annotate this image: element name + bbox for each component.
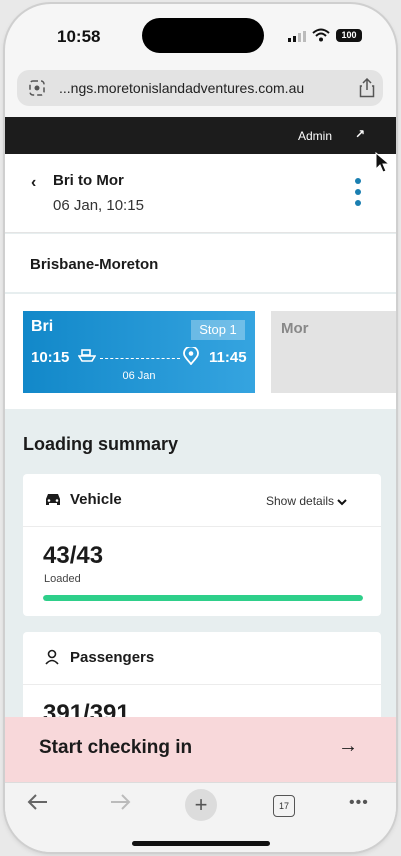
leg-destination: Mor	[281, 320, 309, 337]
car-icon	[46, 494, 60, 505]
vehicle-card-header: Vehicle Show details	[23, 474, 381, 527]
leg-origin: Bri	[31, 318, 54, 335]
phone-frame: 10:58 100 ...ngs.moretonislandadventures…	[5, 4, 396, 852]
url-text[interactable]: ...ngs.moretonislandadventures.com.au	[59, 80, 304, 96]
vehicle-count: 43/43	[43, 542, 104, 569]
trip-title: Bri to Mor	[53, 172, 124, 189]
route-name: Brisbane-Moreton	[30, 256, 159, 273]
leg-strip: Bri Stop 1 10:15 11:45 06 Jan Mor	[5, 294, 396, 409]
admin-link[interactable]: Admin	[298, 129, 332, 143]
person-icon	[45, 649, 59, 665]
departure-time: 10:15	[31, 349, 70, 366]
passengers-card-header: Passengers	[23, 632, 381, 685]
battery-icon: 100	[336, 29, 362, 42]
new-tab-button[interactable]: +	[185, 789, 217, 821]
show-details-label: Show details	[266, 494, 335, 508]
passengers-label: Passengers	[70, 649, 155, 666]
tabs-button[interactable]: 17	[273, 795, 295, 817]
vehicle-progress-bar	[43, 595, 363, 601]
home-indicator	[132, 841, 270, 846]
trip-header: ‹ Bri to Mor 06 Jan, 10:15	[5, 154, 396, 233]
arrival-time: 11:45	[209, 349, 247, 366]
leg-date: 06 Jan	[122, 370, 156, 382]
wifi-icon	[312, 28, 330, 42]
dynamic-island	[142, 18, 264, 53]
mouse-cursor-icon	[375, 152, 391, 173]
status-bar: 10:58 100	[5, 4, 396, 64]
vehicle-label: Vehicle	[70, 491, 122, 508]
show-details-button[interactable]: Show details	[266, 494, 348, 508]
route-name-section: Brisbane-Moreton	[5, 234, 396, 292]
status-time: 10:58	[57, 27, 101, 46]
loading-summary-title: Loading summary	[23, 434, 179, 454]
back-chevron-icon[interactable]: ‹	[31, 174, 36, 192]
back-arrow-icon[interactable]	[27, 793, 49, 811]
vehicle-card: Vehicle Show details 43/43 Loaded	[23, 474, 381, 616]
leg-card-inactive[interactable]: Mor	[271, 311, 396, 393]
admin-bar: Admin ↗	[5, 117, 396, 154]
route-dotted-line	[100, 358, 180, 359]
cta-label: Start checking in	[39, 737, 193, 758]
page-content: ‹ Bri to Mor 06 Jan, 10:15 Brisbane-More…	[5, 154, 396, 782]
address-bar[interactable]: ...ngs.moretonislandadventures.com.au	[17, 70, 383, 106]
vehicle-count-sub: Loaded	[44, 573, 81, 585]
arrow-right-icon: →	[338, 735, 358, 757]
external-link-icon[interactable]: ↗	[355, 127, 365, 141]
more-options-icon[interactable]	[352, 178, 364, 214]
trip-datetime: 06 Jan, 10:15	[53, 197, 144, 214]
share-icon[interactable]	[359, 78, 375, 98]
start-checking-in-button[interactable]: Start checking in →	[5, 717, 396, 782]
chevron-down-icon	[337, 499, 348, 506]
page-settings-icon[interactable]	[29, 80, 45, 96]
location-pin-icon	[183, 347, 199, 365]
signal-icon	[288, 31, 306, 42]
ferry-icon	[78, 349, 96, 362]
leg-card-active[interactable]: Bri Stop 1 10:15 11:45 06 Jan	[23, 311, 255, 393]
stop-badge: Stop 1	[191, 320, 245, 340]
vehicle-progress-fill	[43, 595, 363, 601]
forward-arrow-icon[interactable]	[109, 793, 131, 811]
more-menu-icon[interactable]: •••	[349, 794, 369, 812]
